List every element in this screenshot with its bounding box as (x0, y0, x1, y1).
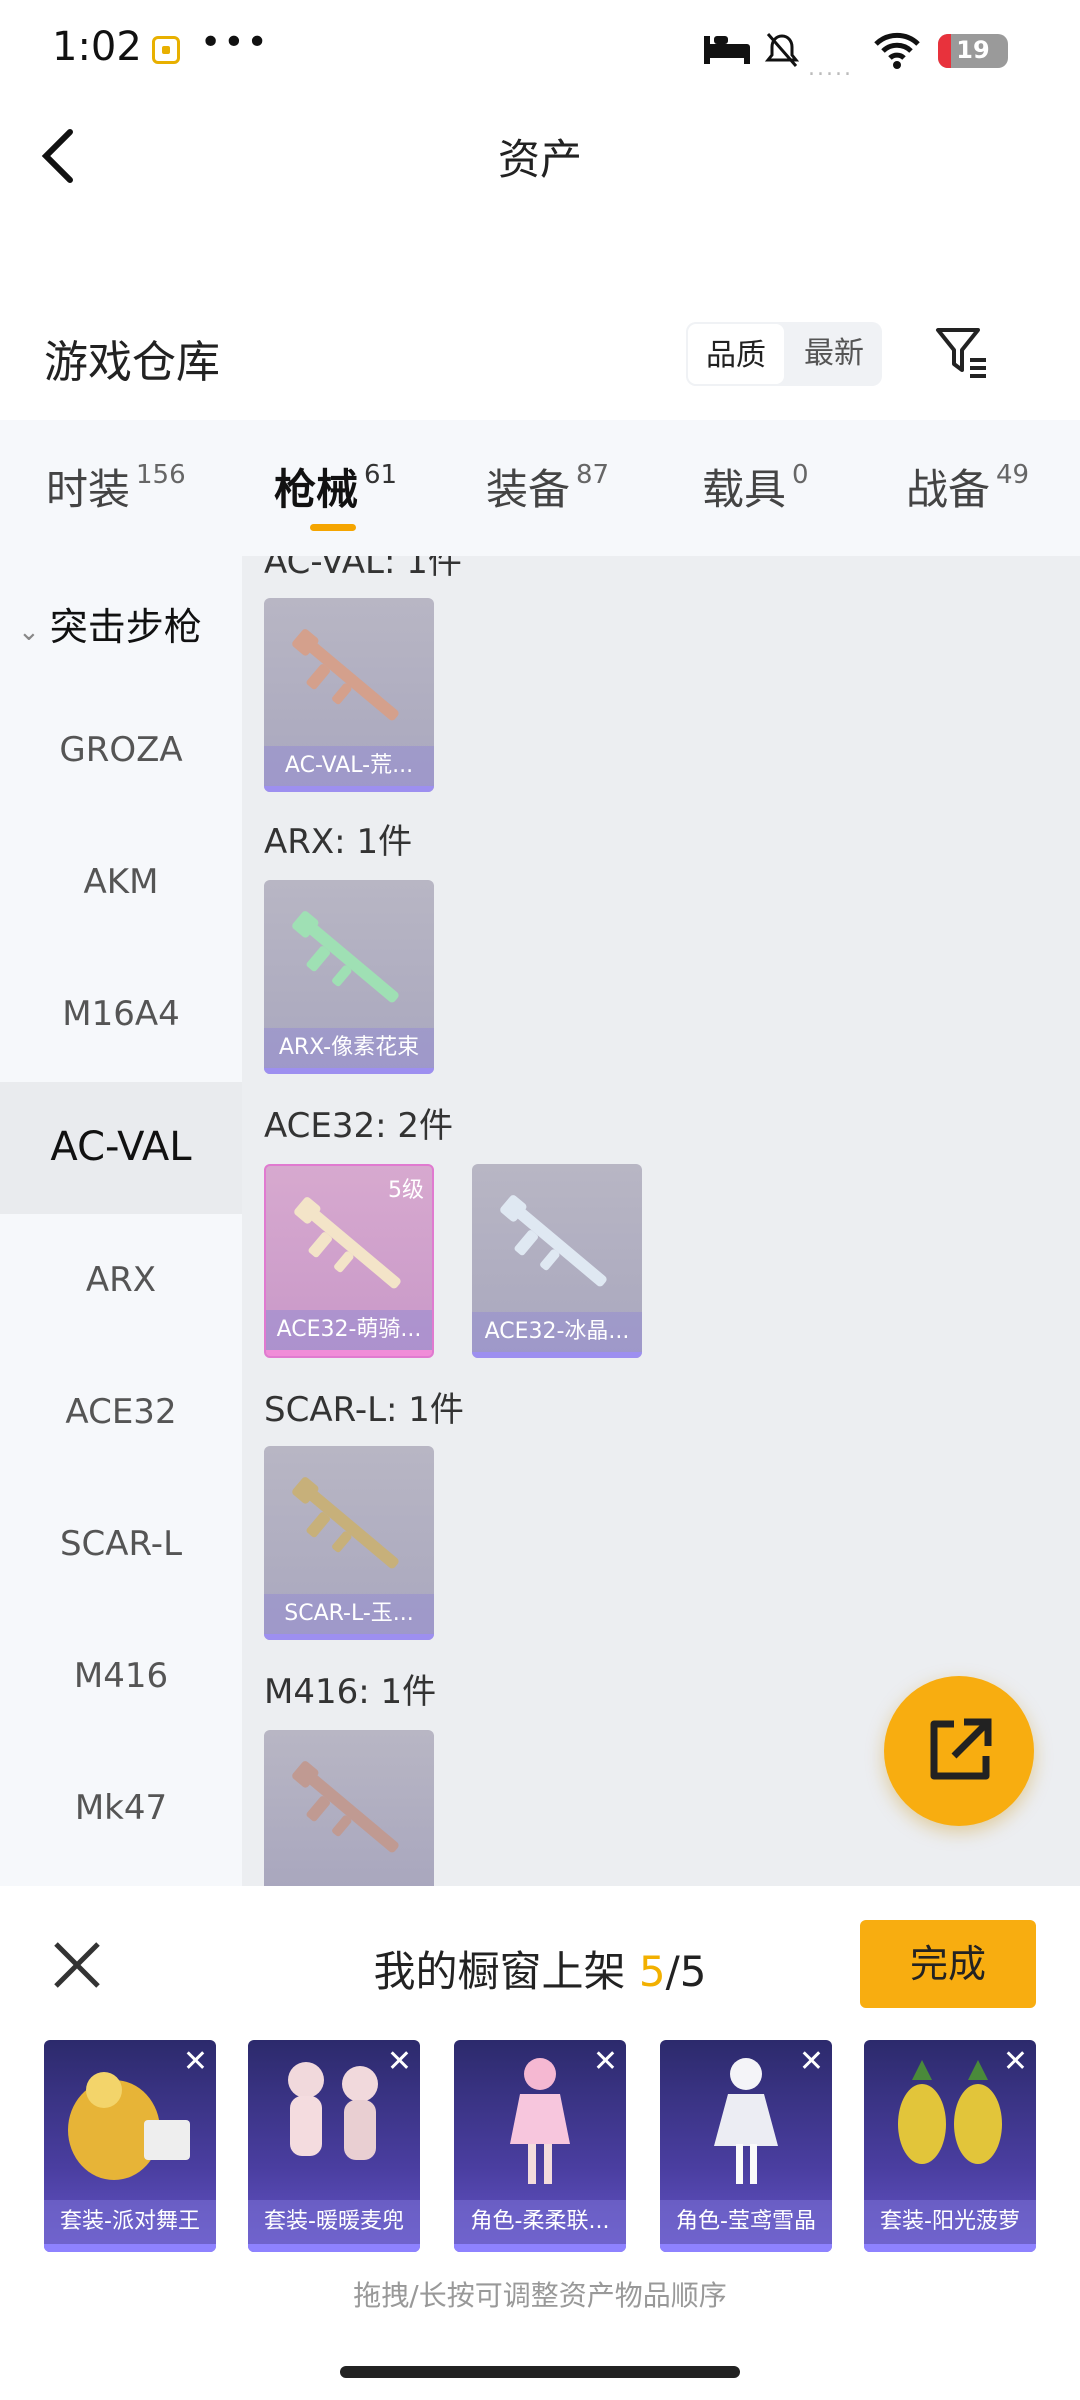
card-label: ARX-像素花束 (264, 1028, 434, 1068)
battery-icon: 19 (938, 34, 1008, 68)
rarity-bar (660, 2244, 832, 2252)
active-tab-indicator (310, 524, 356, 531)
rifle-icon (292, 629, 399, 721)
tab-equipment[interactable]: 装备 87 (486, 456, 609, 517)
rarity-bar (454, 2244, 626, 2252)
section-title-m416: M416: 1件 (264, 1672, 437, 1712)
remove-icon[interactable]: ✕ (1003, 2044, 1028, 2079)
section-title-scar-l: SCAR-L: 1件 (264, 1390, 464, 1430)
section-title-arx: ARX: 1件 (264, 822, 413, 862)
sidebar-category-label: 突击步枪 (49, 605, 202, 649)
tab-label: 装备 (486, 465, 571, 514)
more-status-icon: ••• (200, 22, 270, 63)
rarity-bar (264, 786, 434, 792)
sidebar-item-mk47[interactable]: Mk47 (0, 1788, 242, 1828)
weapon-card[interactable]: 5级 ACE32-萌骑... (264, 1164, 434, 1358)
showcase-item-label: 角色-莹鸢雪晶 (660, 2200, 832, 2244)
sleep-mode-icon (704, 36, 750, 64)
filter-icon[interactable] (934, 324, 990, 380)
showcase-item-label: 角色-柔柔联... (454, 2200, 626, 2244)
tab-firearms[interactable]: 枪械 61 (274, 456, 397, 517)
rarity-bar (264, 1634, 434, 1640)
chevron-down-icon: ⌄ (18, 617, 40, 647)
tab-count: 0 (792, 460, 809, 490)
page-title: 资产 (497, 135, 582, 184)
status-time: 1:02 (52, 24, 142, 70)
rarity-bar (266, 1350, 432, 1356)
tab-count: 156 (136, 460, 186, 490)
showcase-item-label: 套装-阳光菠萝 (864, 2200, 1036, 2244)
sidebar-item-m416[interactable]: M416 (0, 1656, 242, 1696)
tab-label: 战备 (906, 465, 991, 514)
card-label: AC-VAL-荒... (264, 746, 434, 786)
showcase-item-label: 套装-派对舞王 (44, 2200, 216, 2244)
showcase-count: 5 (638, 1947, 666, 1996)
sort-quality-button[interactable]: 品质 (686, 322, 786, 386)
tab-combat-supplies[interactable]: 战备 49 (906, 456, 1029, 517)
rarity-bar (264, 1068, 434, 1074)
tab-fashion[interactable]: 时装 156 (46, 456, 186, 517)
showcase-total: /5 (665, 1947, 707, 1996)
share-button[interactable] (884, 1676, 1034, 1826)
rifle-icon (292, 911, 399, 1003)
sidebar-item-groza[interactable]: GROZA (0, 730, 242, 770)
sort-toggle: 品质 最新 (686, 322, 882, 386)
section-title-ace32: ACE32: 2件 (264, 1106, 454, 1146)
sidebar-item-m16a4[interactable]: M16A4 (0, 994, 242, 1034)
tab-count: 61 (364, 460, 398, 490)
tab-count: 87 (576, 460, 610, 490)
showcase-item[interactable]: ✕ 套装-派对舞王 (44, 2040, 216, 2252)
showcase-item[interactable]: ✕ 角色-莹鸢雪晶 (660, 2040, 832, 2252)
weapon-card[interactable] (264, 1730, 434, 1886)
sidebar-item-scar-l[interactable]: SCAR-L (0, 1524, 242, 1564)
rarity-bar (864, 2244, 1036, 2252)
remove-icon[interactable]: ✕ (183, 2044, 208, 2079)
remove-icon[interactable]: ✕ (593, 2044, 618, 2079)
card-label: ACE32-萌骑... (266, 1310, 432, 1350)
sidebar-item-akm[interactable]: AKM (0, 862, 242, 902)
tab-label: 载具 (702, 465, 787, 514)
weapon-card[interactable]: AC-VAL-荒... (264, 598, 434, 792)
showcase-item-label: 套装-暖暖麦兜 (248, 2200, 420, 2244)
showcase-item[interactable]: ✕ 套装-暖暖麦兜 (248, 2040, 420, 2252)
sort-newest-button[interactable]: 最新 (786, 322, 882, 386)
weapon-card[interactable]: ARX-像素花束 (264, 880, 434, 1074)
weapon-card[interactable]: SCAR-L-玉... (264, 1446, 434, 1640)
tab-vehicles[interactable]: 载具 0 (702, 456, 809, 517)
rifle-icon (500, 1195, 607, 1287)
remove-icon[interactable]: ✕ (387, 2044, 412, 2079)
tab-count: 49 (996, 460, 1030, 490)
sidebar-item-ac-val[interactable]: AC-VAL (0, 1124, 242, 1170)
done-button[interactable]: 完成 (860, 1920, 1036, 2008)
external-link-icon (930, 1718, 992, 1780)
reorder-hint: 拖拽/长按可调整资产物品顺序 (353, 2279, 727, 2312)
home-indicator[interactable] (340, 2366, 740, 2378)
rarity-bar (44, 2244, 216, 2252)
showcase-prefix: 我的橱窗上架 (373, 1947, 639, 1996)
rifle-icon (292, 1761, 399, 1853)
rarity-bar (472, 1352, 642, 1358)
card-label: SCAR-L-玉... (264, 1594, 434, 1634)
mute-bell-icon (764, 33, 800, 67)
battery-level: 19 (956, 36, 990, 64)
tab-label: 枪械 (274, 465, 359, 514)
warehouse-title: 游戏仓库 (44, 337, 220, 388)
remove-icon[interactable]: ✕ (799, 2044, 824, 2079)
weapon-card[interactable]: ACE32-冰晶... (472, 1164, 642, 1358)
sidebar-item-arx[interactable]: ARX (0, 1260, 242, 1300)
showcase-item[interactable]: ✕ 角色-柔柔联... (454, 2040, 626, 2252)
card-label: ACE32-冰晶... (472, 1312, 642, 1352)
orientation-lock-icon (152, 36, 180, 64)
rarity-bar (248, 2244, 420, 2252)
showcase-item[interactable]: ✕ 套装-阳光菠萝 (864, 2040, 1036, 2252)
sidebar-category[interactable]: ⌄ 突击步枪 (18, 596, 202, 651)
tab-label: 时装 (46, 465, 131, 514)
signal-icon: ..... (808, 56, 853, 81)
wifi-icon (874, 32, 920, 69)
sidebar-item-ace32[interactable]: ACE32 (0, 1392, 242, 1432)
level-badge: 5级 (388, 1178, 424, 1203)
rifle-icon (292, 1477, 399, 1569)
